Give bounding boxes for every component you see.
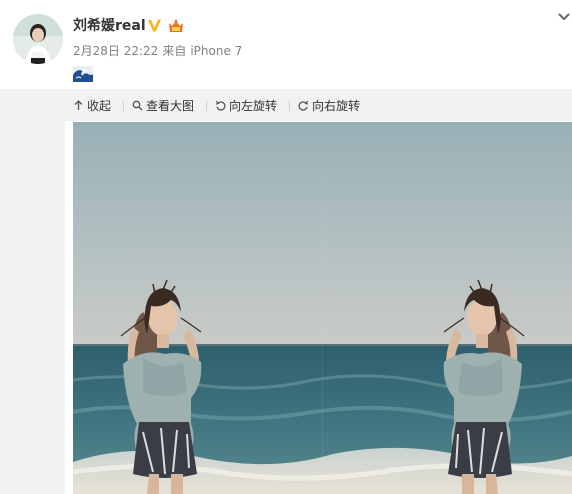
collapse-button[interactable]: 收起 bbox=[73, 89, 111, 121]
image-toolbar: 收起 查看大图 向左旋转 向右旋转 bbox=[65, 89, 572, 121]
toolbar-divider bbox=[123, 101, 124, 111]
toolbar-divider bbox=[289, 101, 290, 111]
arrow-up-icon bbox=[74, 99, 83, 110]
rotate-left-label: 向左旋转 bbox=[229, 98, 278, 113]
source-prefix: 来自 bbox=[162, 44, 187, 58]
rotate-right-icon bbox=[298, 100, 309, 111]
rotate-left-button[interactable]: 向左旋转 bbox=[215, 89, 277, 121]
rotate-left-icon bbox=[215, 100, 226, 111]
weibo-post: 刘希媛real 2月28日 22:22 来自 iPhone 7 收起 查看大图 … bbox=[0, 0, 572, 494]
username[interactable]: 刘希媛real bbox=[73, 17, 146, 35]
beach-mirrored-photo bbox=[73, 122, 572, 494]
collapse-label: 收起 bbox=[87, 98, 112, 113]
view-large-button[interactable]: 查看大图 bbox=[132, 89, 194, 121]
source-device[interactable]: iPhone 7 bbox=[190, 44, 242, 58]
rotate-right-label: 向右旋转 bbox=[312, 98, 361, 113]
toolbar-divider bbox=[206, 101, 207, 111]
verified-v-icon bbox=[148, 19, 161, 32]
magnifier-icon bbox=[132, 100, 143, 110]
chevron-down-icon[interactable] bbox=[557, 12, 571, 22]
rotate-right-button[interactable]: 向右旋转 bbox=[298, 89, 360, 121]
great-wave-emoji bbox=[73, 66, 93, 82]
post-date[interactable]: 2月28日 22:22 bbox=[73, 44, 158, 58]
view-large-label: 查看大图 bbox=[146, 98, 195, 113]
avatar-image bbox=[13, 14, 63, 64]
vip-crown-icon[interactable] bbox=[167, 18, 185, 34]
avatar[interactable] bbox=[13, 14, 63, 64]
left-gutter bbox=[0, 89, 65, 494]
post-photo[interactable] bbox=[73, 122, 572, 494]
post-meta: 2月28日 22:22 来自 iPhone 7 bbox=[73, 44, 242, 58]
